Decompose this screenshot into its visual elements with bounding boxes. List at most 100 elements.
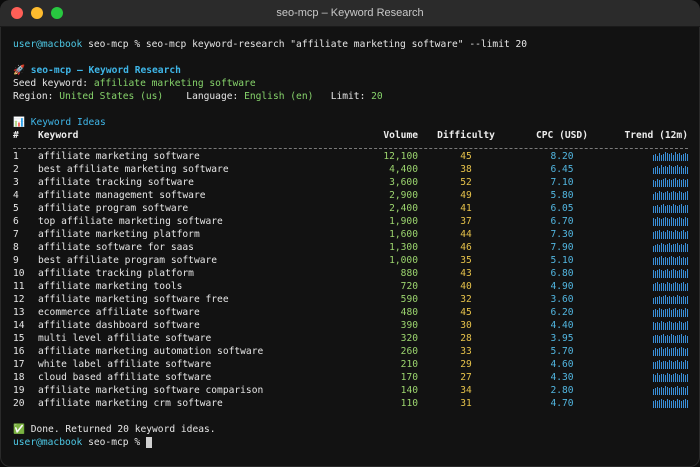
sparkline-bar: [661, 282, 662, 291]
sparkline-bar: [665, 335, 666, 343]
row-volume: 1,600: [389, 229, 418, 240]
trend-sparkline: [653, 268, 688, 278]
sparkline-bar: [655, 399, 656, 408]
sparkline-bar: [659, 399, 660, 408]
trend-sparkline: [653, 177, 688, 187]
sparkline-bar: [669, 164, 670, 174]
sparkline-bar: [663, 282, 664, 291]
sparkline-bar: [653, 297, 654, 304]
table-row: 11 affiliate marketing tools 720 40 4.90: [13, 280, 688, 293]
row-difficulty: 38: [460, 164, 472, 175]
sparkline-bar: [673, 282, 674, 291]
window-title: seo-mcp – Keyword Research: [276, 7, 424, 19]
trend-sparkline: [653, 307, 688, 317]
sparkline-bar: [685, 398, 686, 408]
sparkline-bar: [657, 309, 658, 317]
sparkline-bar: [681, 217, 682, 226]
region-value: United States (us): [59, 91, 164, 102]
prompt-dir: seo-mcp: [88, 39, 129, 50]
sparkline-bar: [665, 177, 666, 187]
prompt-user: user@macbook: [13, 437, 83, 448]
sparkline-bar: [665, 400, 666, 408]
sparkline-bar: [671, 244, 672, 252]
sparkline-bar: [661, 346, 662, 356]
close-button[interactable]: [11, 7, 23, 19]
sparkline-bar: [679, 334, 680, 343]
language-value: English (en): [244, 91, 314, 102]
sparkline-bar: [653, 373, 654, 382]
row-trend: [610, 254, 688, 267]
column-header-volume: Volume: [383, 130, 418, 141]
sparkline-bar: [661, 308, 662, 317]
region-line: Region: United States (us) Language: Eng…: [13, 90, 688, 103]
sparkline-bar: [663, 348, 664, 356]
sparkline-bar: [669, 387, 670, 395]
row-volume: 590: [400, 294, 418, 305]
row-volume: 1,900: [389, 216, 418, 227]
sparkline-bar: [681, 360, 682, 369]
prompt-line[interactable]: user@macbook seo-mcp %: [13, 436, 688, 449]
sparkline-bar: [657, 204, 658, 213]
sparkline-bar: [683, 167, 684, 174]
sparkline-bar: [687, 243, 688, 252]
keyword-table: # Keyword Volume Difficulty CPC (USD) Tr…: [13, 129, 688, 410]
sparkline-bar: [683, 361, 684, 369]
sparkline-bar: [677, 256, 678, 265]
sparkline-bar: [681, 203, 682, 213]
sparkline-bar: [675, 335, 676, 343]
trend-sparkline: [653, 229, 688, 239]
language-label: Language:: [186, 91, 239, 102]
sparkline-bar: [679, 166, 680, 174]
row-volume: 390: [400, 320, 418, 331]
sparkline-bar: [687, 256, 688, 265]
table-row: 6 top affiliate marketing software 1,900 37…: [13, 215, 688, 228]
sparkline-bar: [675, 191, 676, 200]
row-volume: 140: [400, 385, 418, 396]
sparkline-bar: [687, 320, 688, 330]
sparkline-bar: [673, 256, 674, 265]
sparkline-bar: [657, 230, 658, 239]
sparkline-bar: [655, 347, 656, 356]
sparkline-bar: [655, 361, 656, 369]
sparkline-bar: [657, 334, 658, 343]
sparkline-bar: [683, 386, 684, 395]
sparkline-bar: [675, 229, 676, 239]
sparkline-bar: [661, 255, 662, 265]
sparkline-bar: [661, 204, 662, 213]
row-trend: [610, 397, 688, 410]
sparkline-bar: [685, 231, 686, 239]
sparkline-bar: [687, 217, 688, 226]
minimize-button[interactable]: [31, 7, 43, 19]
row-keyword: multi level affiliate software: [38, 333, 212, 344]
terminal-window: seo-mcp – Keyword Research user@macbook …: [0, 0, 700, 467]
sparkline-bar: [681, 321, 682, 330]
sparkline-bar: [677, 309, 678, 317]
sparkline-bar: [685, 165, 686, 174]
zoom-button[interactable]: [51, 7, 63, 19]
sparkline-bar: [675, 165, 676, 174]
trend-sparkline: [653, 242, 688, 252]
sparkline-bar: [663, 257, 664, 265]
row-number: 3: [13, 177, 19, 188]
chart-icon: 📊: [13, 117, 25, 128]
sparkline-bar: [671, 321, 672, 330]
row-difficulty: 45: [460, 151, 472, 162]
sparkline-bar: [673, 334, 674, 343]
sparkline-bar: [665, 244, 666, 252]
sparkline-bar: [683, 256, 684, 265]
table-row: 19 affiliate marketing software compariso…: [13, 384, 688, 397]
sparkline-bar: [659, 167, 660, 174]
sparkline-bar: [665, 347, 666, 356]
sparkline-bar: [681, 179, 682, 187]
sparkline-bar: [669, 373, 670, 382]
trend-sparkline: [653, 203, 688, 213]
column-header-number: #: [13, 130, 19, 141]
sparkline-bar: [655, 230, 656, 239]
row-keyword: affiliate marketing software: [38, 151, 200, 162]
row-volume: 720: [400, 281, 418, 292]
row-number: 9: [13, 255, 19, 266]
row-number: 20: [13, 398, 25, 409]
row-volume: 170: [400, 372, 418, 383]
sparkline-bar: [663, 373, 664, 382]
trend-sparkline: [653, 164, 688, 174]
